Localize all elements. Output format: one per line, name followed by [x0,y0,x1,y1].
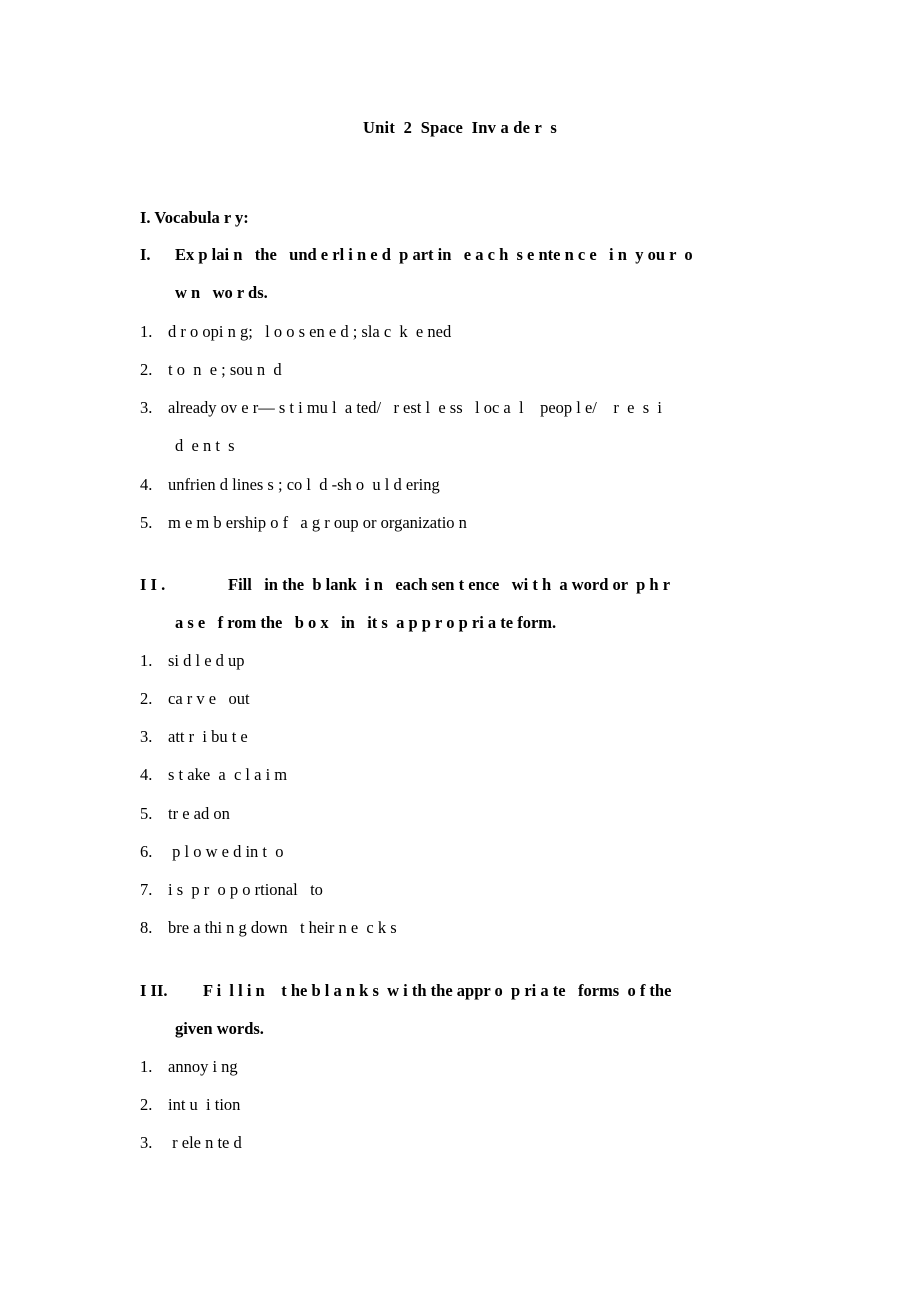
exercise-3-prompt-line-2: given words. [175,1019,264,1038]
list-item-number: 8. [140,918,153,937]
page-title: Unit 2 Space Inv a de r s [363,118,557,137]
list-item-text: s t ake a c l a i m [168,765,288,784]
list-item-text: bre a thi n g down t heir n e c k s [168,918,397,937]
list-item-number: 3. [140,727,153,746]
list-item-text: tr e ad on [168,804,230,823]
list-item: 3. already ov e r— s t i mu l a ted/ r e… [140,398,662,478]
list-item-text: i s p r o p o rtional to [168,880,323,899]
list-item-text: ca r v e out [168,689,250,708]
list-item-text: p l o w e d in t o [168,842,284,861]
exercise-1-prompt-line-1: Ex p lai n the und e rl i n e d p art in… [175,245,693,264]
list-item-number: 5. [140,804,153,823]
list-item-text: unfrien d lines s ; co l d -sh o u l d e… [168,475,440,494]
exercise-3-prompt-line-1: F i l l i n t he b l a n k s w i th the … [203,981,672,1000]
exercise-2-prompt-line-2: a s e f rom the b o x in it s a p p r o … [175,613,557,632]
list-item-number: 1. [140,651,153,670]
list-item-text: int u i tion [168,1095,241,1114]
list-item-number: 6. [140,842,153,861]
list-item-text: d r o opi n g; l o o s en e d ; sla c k … [168,322,452,341]
list-item-number: 5. [140,513,153,532]
list-item-number: 1. [140,322,153,341]
exercise-1-prompt-line-2: w n wo r ds. [175,283,268,302]
list-item-number: 7. [140,880,153,899]
document-page: Unit 2 Space Inv a de r s I. Vocabula r … [0,0,920,1302]
list-item-continuation: d e n t s [175,436,235,455]
list-item: 3. r ele n te d [140,1133,242,1213]
list-item-text: m e m b ership o f a g r oup or organiza… [168,513,467,532]
section-heading-vocabulary: I. Vocabula r y: [140,208,249,227]
list-item-number: 4. [140,765,153,784]
exercise-2-numeral: I I . [140,575,166,594]
list-item-text: r ele n te d [168,1133,242,1152]
list-item-number: 3. [140,1133,153,1152]
list-item-text: already ov e r— s t i mu l a ted/ r est … [168,398,662,417]
exercise-1-numeral: I. [140,245,151,264]
list-item-text: att r i bu t e [168,727,248,746]
list-item-text: t o n e ; sou n d [168,360,282,379]
list-item-number: 3. [140,398,153,417]
exercise-3-numeral: I II. [140,981,168,1000]
list-item-number: 4. [140,475,153,494]
exercise-2-prompt-line-1: Fill in the b lank i n each sen t ence w… [228,575,671,594]
list-item-number: 1. [140,1057,153,1076]
list-item-number: 2. [140,360,153,379]
list-item-number: 2. [140,1095,153,1114]
list-item-text: annoy i ng [168,1057,238,1076]
list-item-number: 2. [140,689,153,708]
list-item-text: si d l e d up [168,651,245,670]
